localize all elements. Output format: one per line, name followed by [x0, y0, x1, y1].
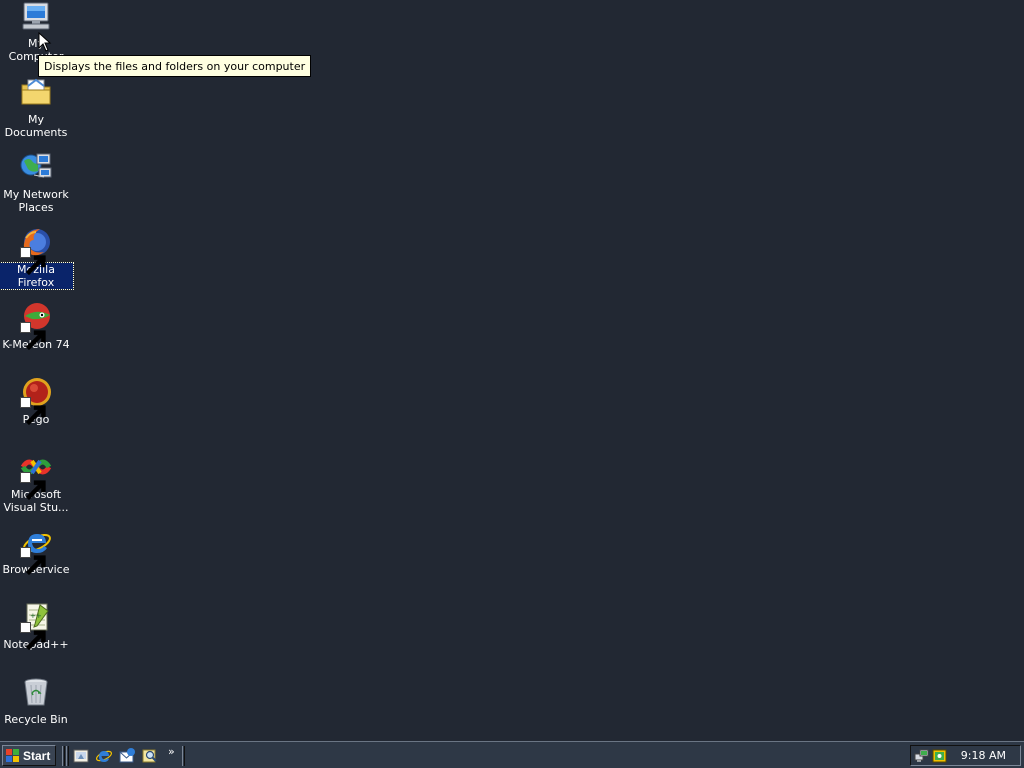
shortcut-arrow-icon [20, 322, 46, 351]
firefox-icon [20, 226, 52, 276]
pego-icon [20, 376, 52, 426]
desktop[interactable]: My Computer My Documents My Network Plac… [0, 0, 1024, 741]
security-tray-icon[interactable] [932, 748, 948, 764]
windows-logo-icon [6, 748, 19, 762]
internet-explorer-icon [20, 526, 52, 576]
recycle-bin-icon [20, 676, 52, 708]
taskbar-separator[interactable] [182, 746, 185, 766]
internet-explorer-icon [96, 750, 112, 762]
quick-launch-outlook-express[interactable] [118, 747, 136, 765]
shortcut-arrow-icon [20, 397, 46, 426]
desktop-icon-label: Recycle Bin [4, 713, 68, 726]
desktop-icon-browservice[interactable]: Browservice [0, 526, 73, 576]
k-meleon-icon [20, 301, 52, 351]
desktop-icon-my-documents[interactable]: My Documents [0, 76, 73, 139]
my-documents-icon [20, 76, 52, 108]
clock[interactable]: 9:18 AM [961, 749, 1006, 763]
desktop-icon-label: My Network Places [3, 188, 69, 214]
desktop-icon-my-computer[interactable]: My Computer [0, 0, 73, 63]
shortcut-arrow-icon [20, 247, 46, 276]
shortcut-arrow-icon [20, 622, 46, 651]
start-button[interactable]: Start [2, 745, 56, 766]
desktop-icon-mozilla-firefox[interactable]: Mozilla Firefox [0, 226, 74, 290]
svg-text:++: ++ [30, 612, 42, 620]
search-icon [142, 749, 157, 763]
quick-launch-more-button[interactable]: » [168, 745, 175, 759]
desktop-icon-recycle-bin[interactable]: Recycle Bin [0, 676, 73, 726]
tooltip: Displays the files and folders on your c… [38, 55, 312, 77]
desktop-icon-visual-studio[interactable]: Microsoft Visual Stu... [0, 451, 73, 514]
desktop-icon-k-meleon[interactable]: K-Meleon 74 [0, 301, 73, 351]
quick-launch-show-desktop[interactable] [72, 747, 90, 765]
system-tray: 9:18 AM [910, 745, 1021, 766]
mouse-cursor-icon [38, 32, 52, 52]
taskbar-separator [62, 746, 65, 766]
network-tray-icon[interactable] [914, 748, 930, 764]
network-places-icon [20, 151, 52, 183]
notepad-plus-plus-icon: ++ [20, 601, 52, 651]
my-computer-icon [20, 0, 52, 32]
quick-launch-search[interactable] [141, 747, 159, 765]
taskbar: Start » 9:18 AM [0, 741, 1024, 768]
shortcut-arrow-icon [20, 472, 46, 501]
desktop-icon-label: My Documents [4, 113, 68, 139]
shortcut-arrow-icon [20, 547, 46, 576]
start-label: Start [23, 748, 51, 763]
visual-studio-icon [20, 451, 52, 501]
quick-launch-internet-explorer[interactable] [95, 747, 113, 765]
desktop-icon-my-network-places[interactable]: My Network Places [0, 151, 73, 214]
outlook-express-icon [119, 748, 135, 763]
desktop-icon-notepad-plus-plus[interactable]: ++ Notepad++ [0, 601, 73, 651]
show-desktop-icon [73, 749, 89, 763]
taskbar-grip[interactable] [66, 746, 69, 766]
desktop-icon-pego[interactable]: Pego [0, 376, 73, 426]
